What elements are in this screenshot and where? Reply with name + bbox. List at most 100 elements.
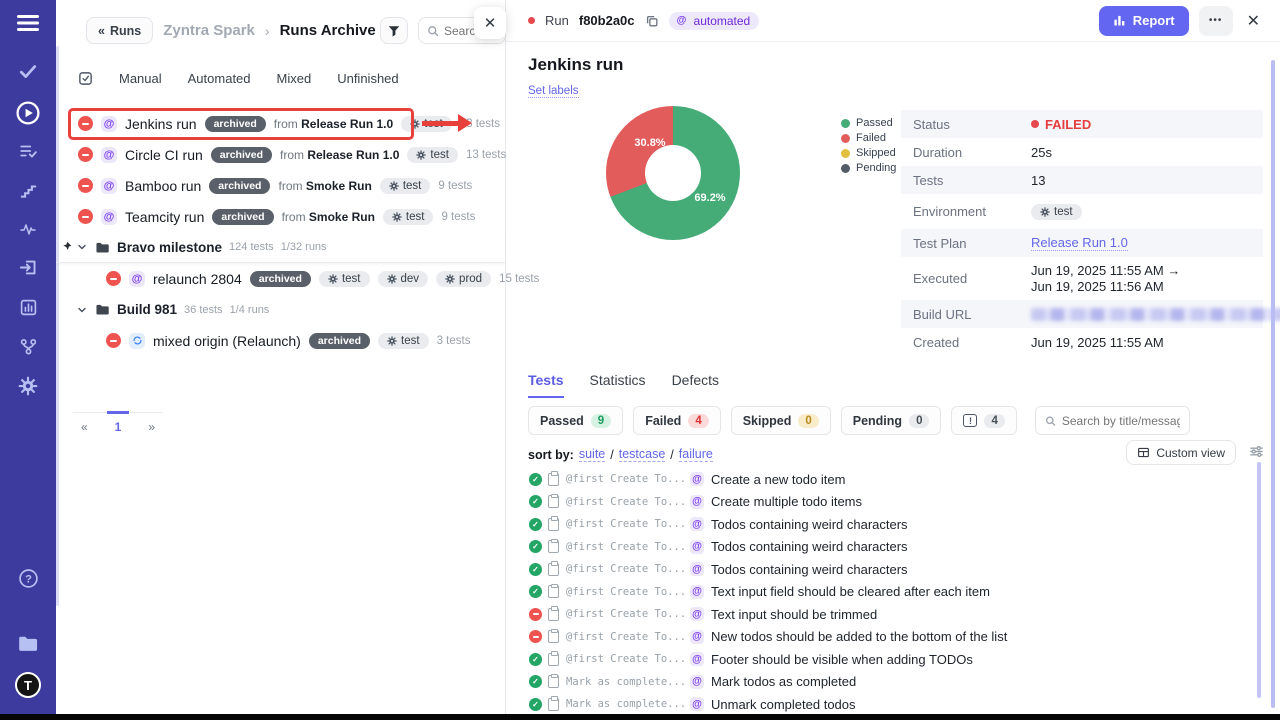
set-labels-link[interactable]: Set labels	[528, 85, 579, 98]
test-row[interactable]: @first Create To... @ New todos should b…	[506, 626, 1280, 649]
copy-icon[interactable]	[645, 14, 659, 28]
pagination-prev[interactable]: «	[73, 413, 96, 434]
steps-icon[interactable]	[0, 182, 56, 200]
tests-count: 13 tests	[460, 118, 500, 130]
branches-icon[interactable]	[0, 337, 56, 356]
run-row-teamcity[interactable]: @ Teamcity run archived from Smoke Run t…	[56, 201, 505, 232]
tab-statistics[interactable]: Statistics	[590, 372, 646, 398]
tab-defects[interactable]: Defects	[672, 372, 719, 398]
sort-by-suite[interactable]: suite	[579, 447, 605, 462]
runs-topbar: « Runs Zyntra Spark › Runs Archive 6	[86, 17, 404, 44]
env-pill: test	[383, 209, 434, 225]
automated-run-icon: @	[101, 178, 117, 194]
run-origin: from Release Run 1.0	[274, 117, 393, 131]
run-row-bamboo[interactable]: @ Bamboo run archived from Smoke Run tes…	[56, 170, 505, 201]
test-suite-label: Mark as complete...	[566, 676, 688, 688]
panel-close-button[interactable]: ✕	[474, 7, 506, 39]
panel-scrollbar[interactable]	[1271, 60, 1275, 708]
test-title: Mark todos as completed	[711, 674, 856, 689]
activity-pulse-icon[interactable]	[0, 221, 56, 237]
gear-icon	[416, 150, 426, 160]
menu-icon[interactable]	[0, 14, 56, 32]
automated-test-icon: @	[690, 585, 704, 599]
settings-gear-icon[interactable]	[0, 376, 56, 396]
sort-label: sort by:	[528, 448, 574, 462]
back-label: Runs	[110, 24, 141, 38]
automated-run-icon: @	[101, 147, 117, 163]
milestone-row-bravo[interactable]: Bravo milestone 124 tests 1/32 runs	[56, 232, 505, 263]
analytics-icon[interactable]	[0, 298, 56, 317]
test-row[interactable]: @first Create To... @ Footer should be v…	[506, 648, 1280, 671]
tab-mixed[interactable]: Mixed	[277, 71, 312, 86]
archived-badge: archived	[211, 147, 272, 163]
select-all-icon[interactable]	[78, 71, 93, 86]
report-button[interactable]: Report	[1099, 6, 1189, 36]
run-row-mixed-origin[interactable]: mixed origin (Relaunch) archived test 3 …	[56, 325, 505, 356]
tasks-check-icon[interactable]	[0, 62, 56, 80]
archived-badge: archived	[209, 178, 270, 194]
profile-initial: T	[15, 672, 41, 698]
run-row-circle-ci[interactable]: @ Circle CI run archived from Release Ru…	[56, 139, 505, 170]
run-name: mixed origin (Relaunch)	[153, 333, 301, 349]
breadcrumb-separator: ›	[265, 23, 270, 39]
more-options-button[interactable]: •••	[1199, 6, 1233, 36]
pagination-page-1[interactable]: 1	[107, 411, 130, 434]
runs-play-icon[interactable]	[0, 100, 56, 126]
pagination: « 1 »	[73, 412, 163, 434]
test-row[interactable]: @first Create To... @ Text input should …	[506, 603, 1280, 626]
chip-skipped[interactable]: Skipped0	[731, 406, 831, 435]
projects-folder-icon[interactable]	[0, 634, 56, 653]
test-list-scrollbar[interactable]	[1257, 462, 1261, 698]
chip-passed[interactable]: Passed9	[528, 406, 623, 435]
test-suite-label: @first Create To...	[566, 541, 688, 553]
test-title: Text input field should be cleared after…	[711, 584, 990, 599]
env-pill: test	[407, 147, 458, 163]
breadcrumb-project[interactable]: Zyntra Spark	[163, 22, 255, 39]
milestone-row-build-981[interactable]: Build 981 36 tests 1/4 runs	[56, 294, 505, 325]
test-row[interactable]: Mark as complete... @ Unmark completed t…	[506, 693, 1280, 716]
detail-close-icon[interactable]: ✕	[1247, 11, 1260, 31]
import-icon[interactable]	[0, 258, 56, 277]
run-row-jenkins[interactable]: @ Jenkins run archived from Release Run …	[56, 108, 505, 139]
tests-count: 13 tests	[466, 149, 506, 161]
test-plan-link[interactable]: Release Run 1.0	[1031, 235, 1128, 251]
tab-tests[interactable]: Tests	[528, 372, 564, 398]
chip-failed[interactable]: Failed4	[633, 406, 721, 435]
field-tests: Tests 13	[901, 166, 1263, 194]
field-test-plan: Test Plan Release Run 1.0	[901, 229, 1263, 257]
run-row-relaunch-2804[interactable]: @ relaunch 2804 archived test dev prod 1…	[56, 263, 505, 294]
back-to-runs-button[interactable]: « Runs	[86, 17, 153, 44]
chip-pending[interactable]: Pending0	[841, 406, 942, 435]
test-row[interactable]: @first Create To... @ Create a new todo …	[506, 468, 1280, 491]
table-view-icon	[1137, 446, 1150, 459]
help-icon[interactable]: ?	[0, 568, 56, 589]
tests-search[interactable]	[1035, 406, 1190, 435]
test-row[interactable]: @first Create To... @ Text input field s…	[506, 581, 1280, 604]
test-row[interactable]: @first Create To... @ Todos containing w…	[506, 536, 1280, 559]
run-id: f80b2a0c	[579, 13, 635, 28]
profile-avatar[interactable]: T	[0, 672, 56, 698]
pagination-next[interactable]: »	[140, 413, 163, 434]
clipboard-icon	[548, 653, 559, 666]
runs-type-tabs: Manual Automated Mixed Unfinished	[78, 71, 399, 86]
view-settings-icon[interactable]	[1249, 444, 1264, 459]
sort-by-testcase[interactable]: testcase	[619, 447, 666, 462]
tab-unfinished[interactable]: Unfinished	[337, 71, 398, 86]
tab-automated[interactable]: Automated	[188, 71, 251, 86]
tests-search-input[interactable]	[1062, 414, 1180, 428]
test-row[interactable]: @first Create To... @ Todos containing w…	[506, 513, 1280, 536]
run-name: Circle CI run	[125, 147, 203, 163]
test-row[interactable]: @first Create To... @ Create multiple to…	[506, 491, 1280, 514]
tests-count: 9 tests	[438, 180, 472, 192]
filter-button[interactable]	[380, 17, 408, 44]
chevron-down-icon[interactable]	[76, 304, 88, 316]
tab-manual[interactable]: Manual	[119, 71, 162, 86]
test-row[interactable]: @first Create To... @ Todos containing w…	[506, 558, 1280, 581]
sort-by-failure[interactable]: failure	[679, 447, 713, 462]
chevron-down-icon[interactable]	[76, 241, 88, 253]
custom-view-button[interactable]: Custom view	[1126, 440, 1236, 465]
test-row[interactable]: Mark as complete... @ Mark todos as comp…	[506, 671, 1280, 694]
results-list-icon[interactable]	[0, 142, 56, 160]
build-url-redacted[interactable]	[1031, 308, 1280, 321]
chip-comments[interactable]: !4	[951, 406, 1016, 435]
